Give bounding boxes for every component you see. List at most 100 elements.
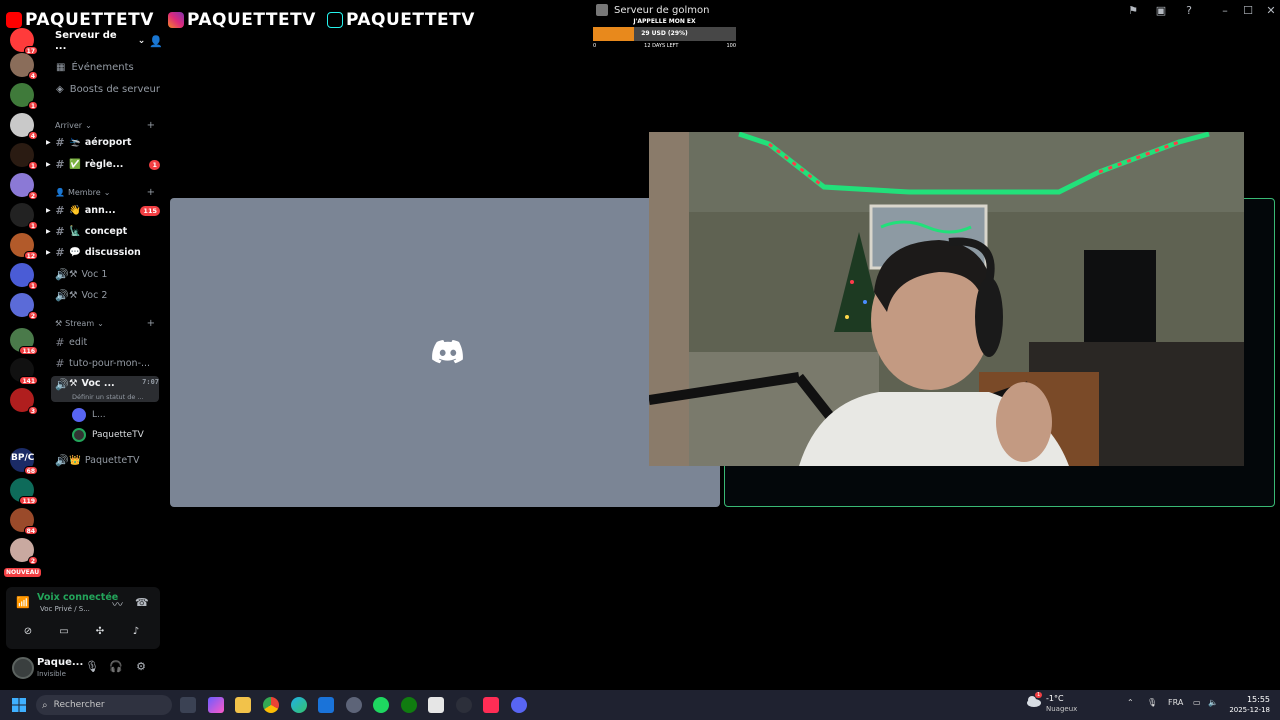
server-icon-3[interactable]: 1 bbox=[10, 83, 38, 110]
server-icon-13[interactable]: 3 bbox=[10, 388, 38, 415]
server-icon-10[interactable]: 2 bbox=[10, 293, 38, 320]
store-icon[interactable] bbox=[428, 697, 444, 713]
voice-user-2[interactable]: PaquetteTV bbox=[72, 428, 144, 442]
events-item[interactable]: ▦ Événements bbox=[56, 62, 134, 73]
copilot-icon[interactable] bbox=[208, 697, 224, 713]
file-explorer-icon[interactable] bbox=[235, 697, 251, 713]
goal-progress-bar: 29 USD (29%) bbox=[593, 27, 736, 41]
server-icon-11[interactable]: 116 bbox=[10, 328, 38, 355]
add-channel-icon[interactable]: + bbox=[147, 187, 155, 198]
server-badge: 1 bbox=[27, 281, 38, 290]
windows-start-icon[interactable] bbox=[12, 698, 26, 712]
flag-icon[interactable]: ⚑ bbox=[1125, 4, 1141, 17]
voice-participant-tile[interactable] bbox=[170, 198, 720, 507]
server-icon-16[interactable]: 84 bbox=[10, 508, 38, 535]
person-icon: 👤 bbox=[55, 188, 65, 197]
boosts-item[interactable]: ◈ Boosts de serveur bbox=[56, 84, 160, 95]
spotify-icon[interactable] bbox=[373, 697, 389, 713]
server-icon-1[interactable]: 17 bbox=[10, 28, 38, 55]
user-status: Invisible bbox=[37, 670, 66, 678]
category-membre[interactable]: 👤 Membre ⌄ + bbox=[55, 187, 155, 198]
channel-tuto[interactable]: # tuto-pour-mon-... bbox=[55, 357, 160, 370]
clock-date[interactable]: 2025-12-18 bbox=[1224, 706, 1270, 714]
username[interactable]: Paque... bbox=[37, 657, 83, 668]
server-icon-4[interactable]: 4 bbox=[10, 113, 38, 140]
channel-voc-2[interactable]: 🔊 ⚒ Voc 2 bbox=[55, 289, 160, 302]
server-icon-6[interactable]: 2 bbox=[10, 173, 38, 200]
task-view-icon[interactable] bbox=[180, 697, 196, 713]
tiktok-handle: PAQUETTETV bbox=[327, 10, 475, 30]
voice-channel[interactable]: Voc Privé / S... bbox=[40, 605, 90, 613]
server-icon-9[interactable]: 1 bbox=[10, 263, 38, 290]
server-badge: 2 bbox=[27, 191, 38, 200]
add-channel-icon[interactable]: + bbox=[147, 318, 155, 329]
server-icon-15[interactable]: 119 bbox=[10, 478, 38, 505]
server-icon-7[interactable]: 1 bbox=[10, 203, 38, 230]
server-icon-17[interactable]: 2 bbox=[10, 538, 38, 565]
unread-indicator-icon: ▶ bbox=[46, 161, 51, 168]
server-bpc[interactable]: BP/C bbox=[11, 453, 34, 463]
disconnect-icon[interactable]: ☎ bbox=[135, 596, 149, 609]
voice-status-hint[interactable]: Définir un statut de ... bbox=[72, 393, 156, 401]
inbox-icon[interactable]: ▣ bbox=[1153, 4, 1169, 17]
minimize-button[interactable]: – bbox=[1217, 4, 1233, 17]
channel-concept[interactable]: ▶ # 🗽 concept bbox=[46, 225, 160, 238]
server-icon-5[interactable]: 1 bbox=[10, 143, 38, 170]
hash-icon: # bbox=[55, 357, 65, 370]
volume-icon[interactable]: 🔈 bbox=[1208, 698, 1218, 707]
noise-suppression-icon[interactable]: 〰 bbox=[112, 596, 123, 612]
channel-annonces[interactable]: ▶ # 👋 ann... 115 bbox=[46, 204, 160, 217]
channel-regles[interactable]: ▶ # ✅ règle... 1 bbox=[46, 158, 160, 171]
network-icon[interactable]: ▭ bbox=[1193, 698, 1201, 707]
server-header[interactable]: Serveur de ... ⌄ 👤 bbox=[55, 30, 163, 52]
invite-icon[interactable]: 👤 bbox=[149, 35, 163, 48]
channel-edit[interactable]: # edit bbox=[55, 336, 160, 349]
mail-icon[interactable] bbox=[318, 697, 334, 713]
headset-icon[interactable]: 🎧 bbox=[108, 660, 124, 673]
weather-condition[interactable]: Nuageux bbox=[1046, 705, 1077, 713]
xbox-icon[interactable] bbox=[401, 697, 417, 713]
close-button[interactable]: ✕ bbox=[1263, 4, 1279, 17]
microphone-tray-icon[interactable]: 🎙 bbox=[1147, 698, 1157, 707]
microphone-icon[interactable]: 🎙 bbox=[84, 660, 100, 673]
edge-icon[interactable] bbox=[291, 697, 307, 713]
weather-temperature[interactable]: -1°C bbox=[1046, 694, 1064, 703]
server-icon-8[interactable]: 12 bbox=[10, 233, 38, 260]
hash-icon: # bbox=[55, 246, 65, 259]
help-icon[interactable]: ? bbox=[1181, 4, 1197, 17]
speaker-icon: 🔊 bbox=[55, 289, 69, 302]
settings-app-icon[interactable] bbox=[346, 697, 362, 713]
channel-aeroport[interactable]: ▶ # 🛬 aéroport bbox=[46, 136, 160, 149]
language-indicator[interactable]: FRA bbox=[1168, 698, 1183, 707]
tiktok-app-icon[interactable] bbox=[483, 697, 499, 713]
screen-share-button[interactable]: ▭ bbox=[49, 623, 79, 641]
voice-connection-panel: 📶 Voix connectée Voc Privé / S... 〰 ☎ ⊘ … bbox=[6, 587, 160, 649]
tiktok-icon bbox=[327, 12, 343, 28]
category-stream[interactable]: ⚒ Stream ⌄ + bbox=[55, 318, 155, 329]
chevron-down-icon: ⌄ bbox=[137, 36, 146, 46]
obs-icon[interactable] bbox=[456, 697, 472, 713]
server-icon-12[interactable]: 141 bbox=[10, 358, 38, 385]
add-channel-icon[interactable]: + bbox=[147, 120, 155, 131]
goal-title: J'APPELLE MON EX bbox=[633, 18, 696, 25]
soundboard-button[interactable]: ♪ bbox=[121, 623, 151, 641]
camera-button[interactable]: ⊘ bbox=[13, 623, 43, 641]
channel-discussion[interactable]: ▶ # 💬 discussion bbox=[46, 246, 160, 259]
chrome-icon[interactable] bbox=[263, 697, 279, 713]
taskbar-search[interactable]: ⌕ Rechercher bbox=[36, 695, 172, 715]
chevron-up-icon[interactable]: ⌃ bbox=[1127, 698, 1134, 707]
settings-icon[interactable]: ⚙ bbox=[133, 660, 149, 673]
clock-time[interactable]: 15:55 bbox=[1242, 695, 1270, 704]
activities-button[interactable]: ✣ bbox=[85, 623, 115, 641]
discord-app-icon[interactable] bbox=[511, 697, 527, 713]
boost-icon: ◈ bbox=[56, 84, 64, 95]
voice-user-1[interactable]: L... bbox=[72, 408, 106, 422]
server-icon-2[interactable]: 4 bbox=[10, 53, 38, 80]
category-arriver[interactable]: Arriver ⌄ + bbox=[55, 120, 155, 131]
signal-icon[interactable]: 📶 bbox=[16, 596, 30, 609]
channel-paquettetv[interactable]: 🔊 👑 PaquetteTV bbox=[55, 454, 160, 467]
maximize-button[interactable]: ☐ bbox=[1240, 4, 1256, 17]
channel-voc-1[interactable]: 🔊 ⚒ Voc 1 bbox=[55, 268, 160, 281]
windows-taskbar: ⌕ Rechercher bbox=[0, 690, 1280, 720]
avatar[interactable] bbox=[12, 657, 34, 679]
